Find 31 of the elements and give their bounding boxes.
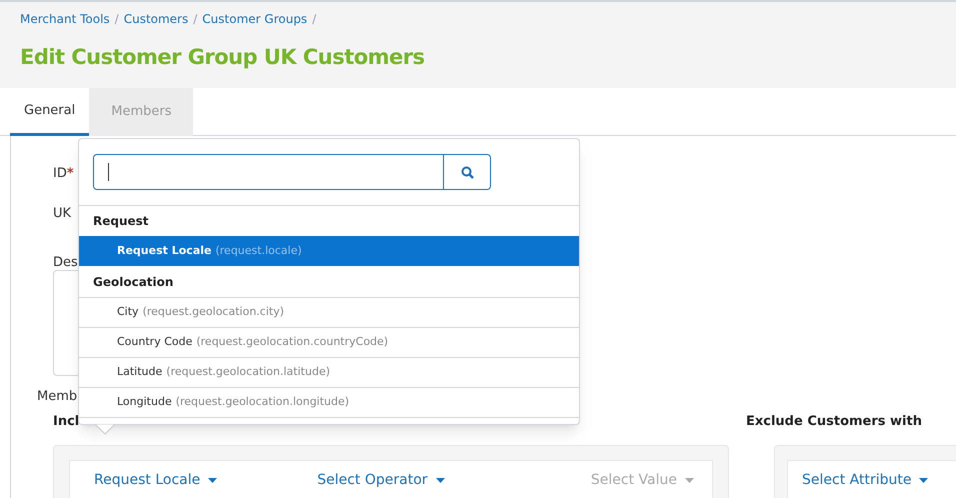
breadcrumb-link[interactable]: Merchant Tools <box>20 10 110 28</box>
menu-item[interactable]: Request Locale (request.locale) <box>79 236 579 266</box>
breadcrumb-separator: / <box>193 11 198 28</box>
menu-item[interactable]: Longitude (request.geolocation.longitude) <box>79 387 579 417</box>
name-value: UK <box>53 205 72 223</box>
breadcrumb-link[interactable]: Customers <box>124 10 188 28</box>
caret-icon <box>919 478 928 482</box>
caret-icon <box>208 478 218 482</box>
breadcrumb-separator: / <box>312 11 316 28</box>
exclude-label: Exclude Customers with <box>746 413 922 431</box>
search-field[interactable] <box>93 154 444 190</box>
caret-icon <box>436 478 445 482</box>
operator-dropdown[interactable]: Select Operator <box>317 470 445 490</box>
menu-item[interactable]: City (request.geolocation.city) <box>79 297 579 327</box>
breadcrumb-separator: / <box>114 11 119 28</box>
search-button[interactable] <box>444 154 491 190</box>
menu-group-heading: Geolocation <box>92 274 174 291</box>
members-label: Memb <box>37 388 78 406</box>
id-label: ID <box>53 166 67 181</box>
breadcrumb-link[interactable]: Customer Groups <box>202 10 308 28</box>
page-title: Edit Customer Group UK Customers <box>20 44 426 71</box>
menu-item[interactable]: Latitude (request.geolocation.latitude) <box>79 357 579 387</box>
include-label: Incl <box>53 413 80 431</box>
caret-icon <box>685 478 694 482</box>
menu-item[interactable]: Country Code (request.geolocation.countryCode) <box>79 327 579 357</box>
attribute-dropdown[interactable]: Select Attribute <box>802 470 928 490</box>
required-mark: * <box>66 166 74 181</box>
attribute-dropdown[interactable]: Request Locale <box>94 470 218 490</box>
description-label: Des <box>53 254 78 272</box>
menu-group-heading: Request <box>92 213 150 230</box>
search-icon <box>460 166 474 178</box>
